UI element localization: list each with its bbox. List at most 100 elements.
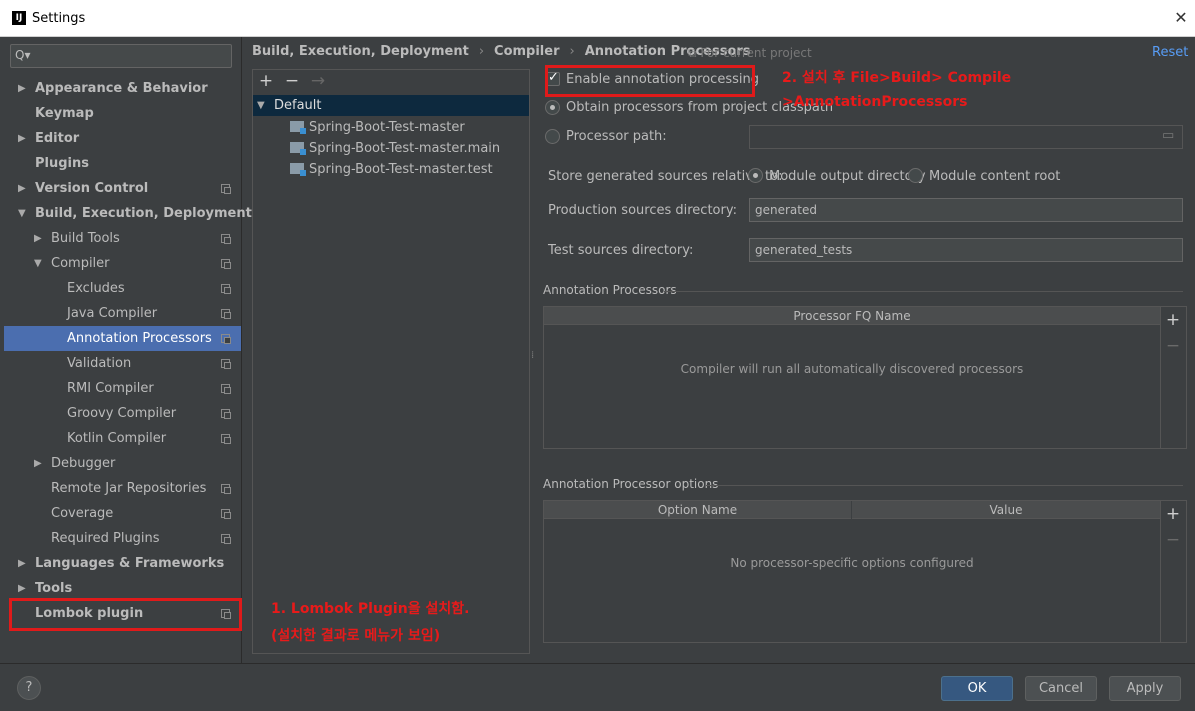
sidebar-item-label: Validation [67, 356, 132, 371]
module-item[interactable]: Spring-Boot-Test-master [290, 117, 465, 138]
profile-default[interactable]: ▼ Default [253, 95, 529, 116]
table-divider [1160, 501, 1161, 642]
chevron-down-icon[interactable]: ▼ [34, 251, 42, 276]
sidebar-item-label: Plugins [35, 156, 89, 171]
chevron-right-icon[interactable]: ▶ [18, 126, 26, 151]
sidebar-item-label: Keymap [35, 106, 94, 121]
module-content-radio[interactable] [908, 168, 923, 183]
module-item[interactable]: Spring-Boot-Test-master.main [290, 138, 500, 159]
annotation-note: 2. 설치 후 File>Build> Compile [782, 70, 1012, 86]
project-scope-icon [221, 409, 231, 419]
breadcrumb-item: Build, Execution, Deployment [252, 44, 469, 59]
annotation-note: (설치한 결과로 메뉴가 보임) [271, 628, 441, 644]
sidebar-item[interactable]: ▼ Compiler [4, 251, 241, 276]
project-scope-icon [221, 234, 231, 244]
move-profile-button[interactable]: → [307, 70, 329, 92]
sidebar-item[interactable]: Plugins [4, 151, 241, 176]
remove-option-button[interactable]: − [1162, 529, 1184, 551]
processors-section-title: Annotation Processors [543, 283, 677, 297]
sidebar-item[interactable]: Remote Jar Repositories [4, 476, 241, 501]
sidebar-item-label: Compiler [51, 256, 110, 271]
title-bar [0, 0, 1195, 37]
options-section-title: Annotation Processor options [543, 477, 719, 491]
project-scope-icon [221, 534, 231, 544]
sidebar-item-label: Excludes [67, 281, 125, 296]
remove-processor-button[interactable]: − [1162, 335, 1184, 357]
sidebar-item-label: Kotlin Compiler [67, 431, 167, 446]
folder-browse-icon[interactable]: ▭ [1162, 128, 1174, 143]
sidebar-item[interactable]: ▶ Editor [4, 126, 241, 151]
remove-profile-button[interactable]: − [281, 70, 303, 92]
annotation-highlight-box [545, 65, 755, 97]
sidebar-item[interactable]: Excludes [4, 276, 241, 301]
reset-link[interactable]: Reset [1152, 45, 1188, 60]
sidebar-item-label: Remote Jar Repositories [51, 481, 207, 496]
dialog-footer [0, 663, 1195, 711]
close-button[interactable]: ✕ [1172, 8, 1190, 28]
sidebar-item[interactable]: ▶ Build Tools [4, 226, 241, 251]
add-processor-button[interactable]: + [1162, 309, 1184, 331]
option-name-column-header[interactable]: Option Name [544, 501, 851, 519]
module-output-radio[interactable] [748, 168, 763, 183]
annotation-note: 1. Lombok Plugin을 설치함. [271, 601, 470, 617]
sidebar-item-label: Java Compiler [67, 306, 158, 321]
processor-path-radio[interactable] [545, 129, 560, 144]
project-scope-icon [221, 309, 231, 319]
module-label: Spring-Boot-Test-master [309, 120, 465, 135]
sidebar-item[interactable]: Keymap [4, 101, 241, 126]
sidebar-item[interactable]: Annotation Processors [4, 326, 241, 351]
chevron-right-icon[interactable]: ▶ [18, 551, 26, 576]
breadcrumb-item: Compiler [494, 44, 560, 59]
chevron-down-icon[interactable]: ▼ [18, 201, 26, 226]
sidebar-item[interactable]: ▶ Version Control [4, 176, 241, 201]
project-scope-icon [221, 259, 231, 269]
chevron-down-icon: ▼ [257, 100, 265, 111]
ok-button[interactable]: OK [941, 676, 1013, 701]
sidebar-item-label: Groovy Compiler [67, 406, 177, 421]
sidebar-item[interactable]: ▶ Languages & Frameworks [4, 551, 241, 576]
options-table [543, 500, 1187, 643]
module-content-label: Module content root [929, 169, 1061, 184]
chevron-right-icon[interactable]: ▶ [34, 226, 42, 251]
processor-path-field[interactable] [749, 125, 1183, 149]
add-option-button[interactable]: + [1162, 503, 1184, 525]
production-sources-field[interactable]: generated [749, 198, 1183, 222]
value-column-header[interactable]: Value [852, 501, 1160, 519]
module-label: Spring-Boot-Test-master.main [309, 141, 501, 156]
production-sources-label: Production sources directory: [548, 203, 737, 218]
module-folder-icon [290, 163, 306, 176]
splitter-handle[interactable]: ⁞ [531, 350, 534, 361]
sidebar-item[interactable]: Coverage [4, 501, 241, 526]
sidebar-item[interactable]: Java Compiler [4, 301, 241, 326]
help-button[interactable]: ? [17, 676, 41, 700]
processor-name-column-header[interactable]: Processor FQ Name [544, 307, 1160, 325]
apply-button[interactable]: Apply [1109, 676, 1181, 701]
cancel-button[interactable]: Cancel [1025, 676, 1097, 701]
sidebar-item-label: Languages & Frameworks [35, 556, 225, 571]
chevron-right-icon[interactable]: ▶ [18, 176, 26, 201]
table-divider [1160, 307, 1161, 448]
sidebar-item[interactable]: Groovy Compiler [4, 401, 241, 426]
window-title: Settings [32, 11, 86, 26]
sidebar-item[interactable]: Validation [4, 351, 241, 376]
sidebar-item[interactable]: ▶ Debugger [4, 451, 241, 476]
chevron-right-icon[interactable]: ▶ [34, 451, 42, 476]
obtain-classpath-radio[interactable] [545, 100, 560, 115]
sidebar-item[interactable]: ▶ Appearance & Behavior [4, 76, 241, 101]
sidebar-item[interactable]: Kotlin Compiler [4, 426, 241, 451]
sidebar-item-label: Appearance & Behavior [35, 81, 208, 96]
module-item[interactable]: Spring-Boot-Test-master.test [290, 159, 493, 180]
sidebar-item[interactable]: Required Plugins [4, 526, 241, 551]
scope-note-label: For current project [700, 46, 812, 60]
annotation-note: >AnnotationProcessors [782, 94, 968, 110]
sidebar-item-label: Build Tools [51, 231, 120, 246]
sidebar-item[interactable]: RMI Compiler [4, 376, 241, 401]
test-sources-field[interactable]: generated_tests [749, 238, 1183, 262]
project-scope-icon [221, 334, 231, 344]
add-profile-button[interactable]: + [255, 70, 277, 92]
sidebar-item-label: Build, Execution, Deployment [35, 206, 252, 221]
module-output-label: Module output directory [769, 169, 926, 184]
sidebar-item[interactable]: ▼ Build, Execution, Deployment [4, 201, 252, 226]
chevron-right-icon[interactable]: ▶ [18, 76, 26, 101]
search-input[interactable]: Q▾ [10, 44, 232, 68]
